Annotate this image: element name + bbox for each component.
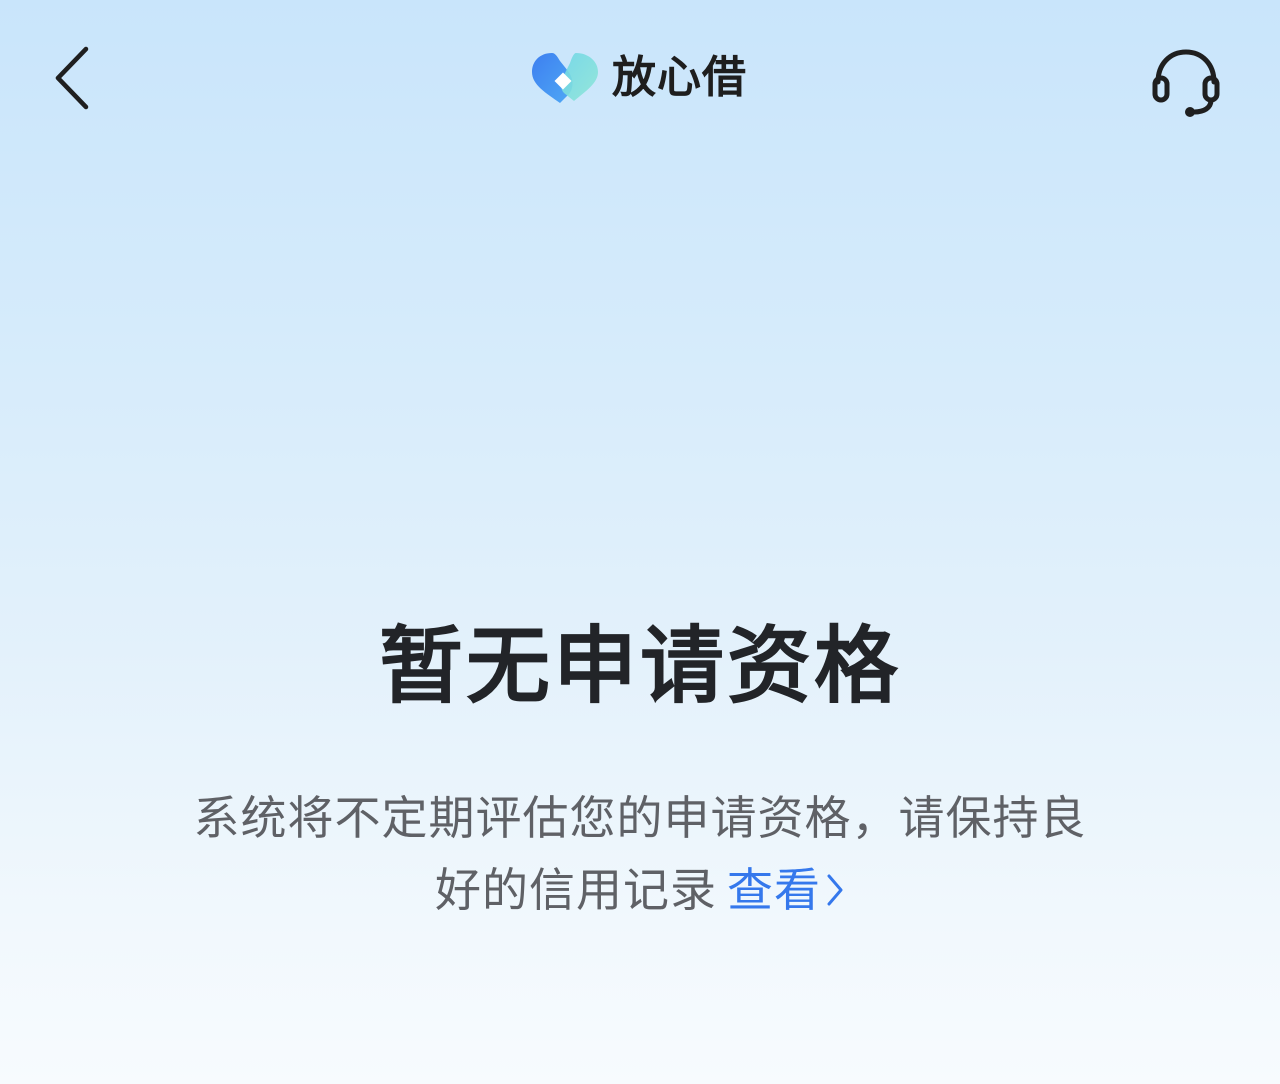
description-line-1: 系统将不定期评估您的申请资格，请保持良: [193, 791, 1087, 845]
description-line-2-wrap: 好的信用记录 查看: [170, 854, 1110, 926]
top-navigation-bar: 放心借: [0, 0, 1280, 160]
headset-icon: [1152, 49, 1220, 117]
view-link-label: 查看: [727, 863, 821, 917]
back-button[interactable]: [40, 40, 104, 116]
app-logo-icon: [532, 53, 598, 103]
description-line-2: 好的信用记录: [435, 863, 717, 917]
chevron-right-icon: [827, 874, 843, 905]
chevron-left-icon: [55, 46, 89, 110]
page-title: 暂无申请资格: [378, 617, 901, 715]
customer-service-button[interactable]: [1144, 38, 1228, 122]
app-name: 放心借: [612, 52, 747, 103]
view-link[interactable]: 查看: [727, 863, 845, 917]
description-text: 系统将不定期评估您的申请资格，请保持良 好的信用记录 查看: [170, 782, 1110, 926]
app-brand: 放心借: [530, 46, 747, 110]
